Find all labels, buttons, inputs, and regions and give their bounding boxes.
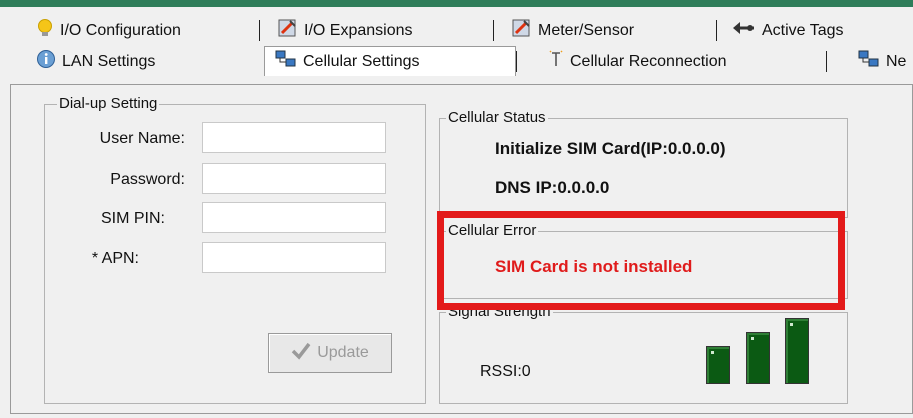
tab-label: Cellular Settings xyxy=(303,52,420,70)
signal-strength-group: Signal Strength RSSI:0 xyxy=(439,303,848,404)
tab-separator xyxy=(826,51,827,72)
tab-cellular-reconnection[interactable]: Cellular Reconnection xyxy=(548,49,727,74)
dialup-setting-group: Dial-up Setting User Name: Password: SIM… xyxy=(44,95,426,404)
tab-label: Active Tags xyxy=(762,21,844,39)
update-button[interactable]: Update xyxy=(268,333,392,373)
tab-separator xyxy=(259,20,260,41)
tab-network-partial[interactable]: Ne xyxy=(858,49,913,74)
rssi-value: RSSI:0 xyxy=(480,363,531,380)
user-name-label: User Name: xyxy=(99,130,185,147)
cellular-error-legend: Cellular Error xyxy=(446,222,539,239)
tab-label: Cellular Reconnection xyxy=(570,52,727,70)
window-top-accent xyxy=(0,0,913,7)
tab-label: LAN Settings xyxy=(62,52,156,70)
tab-label: I/O Expansions xyxy=(304,21,413,39)
tab-separator xyxy=(716,20,717,41)
tag-icon xyxy=(732,21,756,40)
tab-separator xyxy=(493,20,494,41)
tab-label: Ne xyxy=(886,52,907,70)
cellular-error-group: Cellular Error SIM Card is not installed xyxy=(439,222,848,299)
tab-lan-settings[interactable]: LAN Settings xyxy=(36,49,155,74)
info-icon xyxy=(36,49,56,74)
user-name-input[interactable] xyxy=(202,122,386,153)
sim-pin-input[interactable] xyxy=(202,202,386,233)
sim-pin-label: SIM PIN: xyxy=(100,210,165,227)
apn-input[interactable] xyxy=(202,242,386,273)
sim-error-message: SIM Card is not installed xyxy=(495,257,693,276)
cursor-icon xyxy=(548,50,564,73)
tab-meter-sensor[interactable]: Meter/Sensor xyxy=(512,18,634,43)
tab-row-top: I/O Configuration I/O Expansions Meter/S… xyxy=(0,18,913,43)
cellular-status-group: Cellular Status Initialize SIM Card(IP:0… xyxy=(439,109,848,218)
tab-io-expansions[interactable]: I/O Expansions xyxy=(278,18,413,43)
dns-ip-status: DNS IP:0.0.0.0 xyxy=(495,178,610,197)
signal-bar-3 xyxy=(785,318,809,384)
sim-init-status: Initialize SIM Card(IP:0.0.0.0) xyxy=(495,139,726,158)
tab-row-bottom: LAN Settings Cellular Settings Cellular … xyxy=(0,46,913,76)
wrench-icon xyxy=(278,18,298,43)
update-button-label: Update xyxy=(317,344,369,361)
cellular-settings-panel: Dial-up Setting User Name: Password: SIM… xyxy=(10,84,913,414)
network-icon xyxy=(858,50,880,73)
tab-cellular-settings[interactable]: Cellular Settings xyxy=(264,46,516,76)
tab-separator xyxy=(516,51,517,72)
tab-label: Meter/Sensor xyxy=(538,21,635,39)
checkmark-icon xyxy=(291,342,311,365)
lightbulb-icon xyxy=(36,18,54,43)
tab-active-tags[interactable]: Active Tags xyxy=(732,18,844,43)
signal-strength-legend: Signal Strength xyxy=(446,303,553,320)
apn-label: * APN: xyxy=(91,250,139,267)
signal-bar-2 xyxy=(746,332,770,384)
password-input[interactable] xyxy=(202,163,386,194)
password-label: Password: xyxy=(110,171,185,188)
meter-icon xyxy=(512,18,532,43)
network-icon xyxy=(275,50,297,73)
tab-label: I/O Configuration xyxy=(60,21,181,39)
cellular-status-legend: Cellular Status xyxy=(446,109,548,126)
dialup-setting-legend: Dial-up Setting xyxy=(57,95,160,112)
tab-io-configuration[interactable]: I/O Configuration xyxy=(36,18,181,43)
signal-bar-1 xyxy=(706,346,730,384)
